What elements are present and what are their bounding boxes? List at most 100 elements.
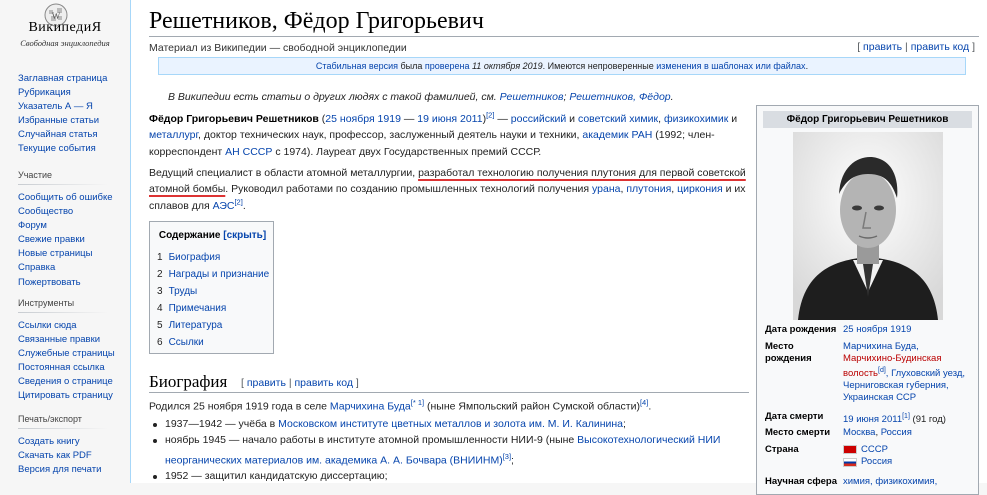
red-link[interactable]: Марчихино-Будинская <box>843 353 941 364</box>
section-edit-source-link[interactable]: править код <box>295 377 353 389</box>
toc-item[interactable]: 5 Литература <box>157 318 269 335</box>
nav-participation: Участие Сообщить об ошибке Сообщество Фору… <box>18 170 138 290</box>
sidebar-link[interactable]: Связанные правки <box>18 334 100 345</box>
link[interactable]: Россия <box>881 427 912 438</box>
reference-link[interactable]: [1] <box>902 413 910 420</box>
sidebar-link[interactable]: Избранные статьи <box>18 115 99 126</box>
sidebar-item: Пожертвовать <box>18 276 138 290</box>
link[interactable]: Москва <box>843 427 875 438</box>
link[interactable]: советский химик <box>578 113 658 125</box>
note-link[interactable]: [* 1] <box>411 398 424 407</box>
sidebar-link[interactable]: Создать книгу <box>18 436 80 447</box>
sidebar-link[interactable]: Служебные страницы <box>18 348 115 359</box>
red-link[interactable]: волость <box>843 368 878 379</box>
death-date-link[interactable]: 19 июня 2011 <box>417 113 482 125</box>
link[interactable]: СССР <box>861 444 888 455</box>
portrait-image <box>793 132 943 320</box>
link[interactable]: урана <box>592 183 620 195</box>
reviewed-link[interactable]: проверена <box>425 61 470 71</box>
link[interactable]: российский <box>511 113 566 125</box>
sidebar-link[interactable]: Случайная статья <box>18 129 98 140</box>
link[interactable]: академик РАН <box>582 129 652 141</box>
bracket: ] <box>352 377 359 389</box>
death-date-value: 19 июня 2011[1] (91 год) <box>843 411 975 426</box>
sidebar-link[interactable]: Свежие правки <box>18 234 85 245</box>
sidebar-link[interactable]: Рубрикация <box>18 87 71 98</box>
country-value: СССР Россия <box>843 444 975 468</box>
toc-item[interactable]: 1 Биография <box>157 250 269 267</box>
sidebar-link[interactable]: Форум <box>18 220 47 231</box>
sidebar-link[interactable]: Сообщить об ошибке <box>18 192 113 203</box>
link[interactable]: Россия <box>861 456 892 467</box>
reference-link[interactable]: [3] <box>503 452 511 461</box>
portrait-photo[interactable] <box>793 132 943 320</box>
village-link[interactable]: Марчихина Буда <box>330 401 411 413</box>
toc-link[interactable]: Литература <box>169 320 223 331</box>
toc-link[interactable]: Биография <box>169 252 221 263</box>
sidebar-link[interactable]: Справка <box>18 262 55 273</box>
list-item: ноябрь 1945 — начало работы в институте … <box>153 433 720 449</box>
changes-link[interactable]: изменения в шаблонах или файлах <box>656 61 805 71</box>
sidebar-link[interactable]: Цитировать страницу <box>18 390 113 401</box>
toc-toggle[interactable]: [скрыть] <box>223 230 266 241</box>
reference-link[interactable]: [2] <box>234 197 242 206</box>
sidebar-item: Создать книгу <box>18 435 138 449</box>
sidebar-link[interactable]: Ссылки сюда <box>18 320 77 331</box>
sidebar-link[interactable]: Сообщество <box>18 206 73 217</box>
hatnote-link[interactable]: Решетников <box>500 91 564 103</box>
link[interactable]: , Глуховский уезд, <box>886 368 965 379</box>
link[interactable]: Украинская ССР <box>843 392 916 403</box>
wikipedia-logo[interactable]: W ВикипедиЯ Свободная энциклопедия <box>0 0 130 62</box>
hatnote-link[interactable]: Решетников, Фёдор <box>569 91 670 103</box>
title-divider <box>149 36 979 37</box>
sidebar-link[interactable]: Текущие события <box>18 143 96 154</box>
link[interactable]: АЭС <box>213 200 235 212</box>
link[interactable]: Московском институте цветных металлов и … <box>278 418 623 430</box>
sidebar-item: Постоянная ссылка <box>18 361 138 375</box>
link[interactable]: химия, физикохимия, <box>843 476 937 487</box>
link[interactable]: металлург <box>149 129 198 141</box>
link[interactable]: неорганических материалов им. академика … <box>165 454 503 466</box>
link[interactable]: Высокотехнологический НИИ <box>577 434 720 446</box>
toc-item[interactable]: 2 Награды и признание <box>157 267 269 284</box>
toc-link[interactable]: Награды и признание <box>169 269 270 280</box>
toc-number: 4 <box>157 302 163 314</box>
birth-date-link[interactable]: 25 ноября 1919 <box>843 324 911 335</box>
sidebar-item: Справка <box>18 261 138 275</box>
stable-version-link[interactable]: Стабильная версия <box>316 61 398 71</box>
text: . Имеются непроверенные <box>542 61 657 71</box>
wikidata-link[interactable]: [d] <box>878 367 886 374</box>
sidebar-link[interactable]: Новые страницы <box>18 248 92 259</box>
section-edit-link[interactable]: править <box>247 377 286 389</box>
sidebar-link[interactable]: Пожертвовать <box>18 277 81 288</box>
nav-main: Заглавная страница Рубрикация Указатель А … <box>18 72 138 157</box>
link[interactable]: Черниговская губерния, <box>843 380 949 391</box>
toc-link[interactable]: Труды <box>169 286 198 297</box>
infobox-title: Фёдор Григорьевич Решетников <box>763 111 972 128</box>
sidebar-item: Ссылки сюда <box>18 319 138 333</box>
edit-link[interactable]: править <box>863 41 902 53</box>
edit-source-link[interactable]: править код <box>911 41 969 53</box>
toc-item[interactable]: 4 Примечания <box>157 301 269 318</box>
birth-date-link[interactable]: 25 ноября 1919 <box>325 113 401 125</box>
sidebar-link[interactable]: Заглавная страница <box>18 73 107 84</box>
toc-item[interactable]: 6 Ссылки <box>157 335 269 352</box>
link[interactable]: Марчихина Буда, <box>843 341 919 352</box>
text: , доктор технических наук, профессор, за… <box>198 129 583 142</box>
death-date-link[interactable]: 19 июня 2011 <box>843 414 902 425</box>
text: (ныне Ямпольский район Сумской области) <box>424 400 640 413</box>
link[interactable]: физикохимик <box>664 113 728 125</box>
sidebar-link[interactable]: Скачать как PDF <box>18 450 92 461</box>
toc-item[interactable]: 3 Труды <box>157 284 269 301</box>
toc-link[interactable]: Примечания <box>169 303 227 314</box>
sidebar-link[interactable]: Версия для печати <box>18 464 101 475</box>
link[interactable]: плутония <box>626 183 671 195</box>
sidebar-link[interactable]: Постоянная ссылка <box>18 362 105 373</box>
sidebar-link[interactable]: Сведения о странице <box>18 376 113 387</box>
birth-date-label: Дата рождения <box>765 324 837 335</box>
toc-link[interactable]: Ссылки <box>169 337 204 348</box>
link[interactable]: циркония <box>677 183 723 195</box>
link[interactable]: АН СССР <box>225 146 272 158</box>
sidebar-link[interactable]: Указатель А — Я <box>18 101 93 112</box>
sidebar-item: Служебные страницы <box>18 347 138 361</box>
